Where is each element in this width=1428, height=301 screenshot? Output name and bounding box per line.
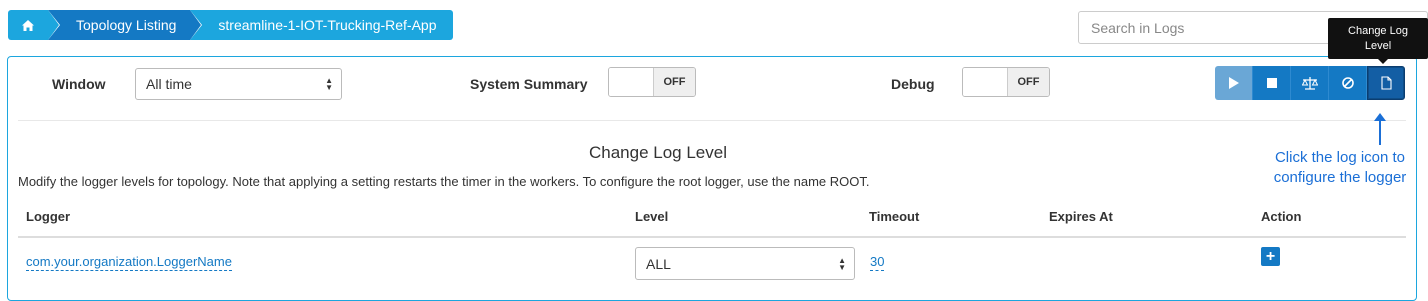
toggle-state: OFF [1008,68,1049,96]
debug-label: Debug [891,76,935,92]
logger-name-link[interactable]: com.your.organization.LoggerName [26,254,232,271]
toggle-state: OFF [654,68,695,96]
tooltip: Change Log Level [1328,18,1428,64]
balance-icon [1301,76,1318,90]
breadcrumb-current-topology[interactable]: streamline-1-IOT-Trucking-Ref-App [190,10,453,40]
column-header-action: Action [1261,209,1302,224]
breadcrumb: Topology Listing streamline-1-IOT-Trucki… [8,10,453,40]
stop-icon [1266,78,1277,88]
column-header-expires-at: Expires At [1049,209,1113,224]
annotation-arrow-icon [1374,113,1386,145]
column-header-level: Level [635,209,669,224]
breadcrumb-label: Topology Listing [76,17,177,33]
play-icon [1229,77,1239,89]
system-summary-label: System Summary [470,76,588,92]
change-log-level-title: Change Log Level [588,143,727,162]
ban-icon [1341,77,1354,89]
log-level-select[interactable]: ALL ▲ ▼ [635,247,855,280]
annotation-text: Click the log icon to configure the logg… [1273,149,1407,186]
divider [18,120,1406,121]
breadcrumb-topology-listing[interactable]: Topology Listing [48,10,202,40]
debug-toggle[interactable]: OFF [962,67,1050,97]
column-header-timeout: Timeout [869,209,920,224]
play-button[interactable] [1215,66,1253,100]
window-value: All time [146,76,192,92]
timeout-value-link[interactable]: 30 [870,254,885,271]
stop-button[interactable] [1253,66,1291,100]
add-logger-button[interactable]: + [1261,247,1280,266]
breadcrumb-label: streamline-1-IOT-Trucking-Ref-App [218,17,437,33]
window-label: Window [52,76,106,92]
plus-icon: + [1265,247,1276,265]
column-header-logger: Logger [26,209,71,224]
log-level-value: ALL [646,255,671,272]
home-icon [22,19,34,31]
table-header-divider [18,236,1406,238]
file-icon [1380,76,1392,90]
log-level-description: Modify the logger levels for topology. N… [18,174,870,189]
rebalance-button[interactable] [1291,66,1329,100]
log-search-panel: Window All time ▲ ▼ System Summary OFF De… [7,56,1417,301]
select-arrows-icon: ▲ ▼ [838,255,846,272]
window-select[interactable]: All time ▲ ▼ [135,68,342,100]
breadcrumb-home[interactable] [8,10,59,40]
kill-button[interactable] [1329,66,1367,100]
change-log-level-button[interactable] [1367,66,1405,100]
action-button-group [1215,66,1405,100]
tooltip-text: Change Log Level [1348,24,1408,52]
toggle-knob [609,68,654,96]
system-summary-toggle[interactable]: OFF [608,67,696,97]
toggle-knob [963,68,1008,96]
select-arrows-icon: ▲ ▼ [325,76,333,92]
